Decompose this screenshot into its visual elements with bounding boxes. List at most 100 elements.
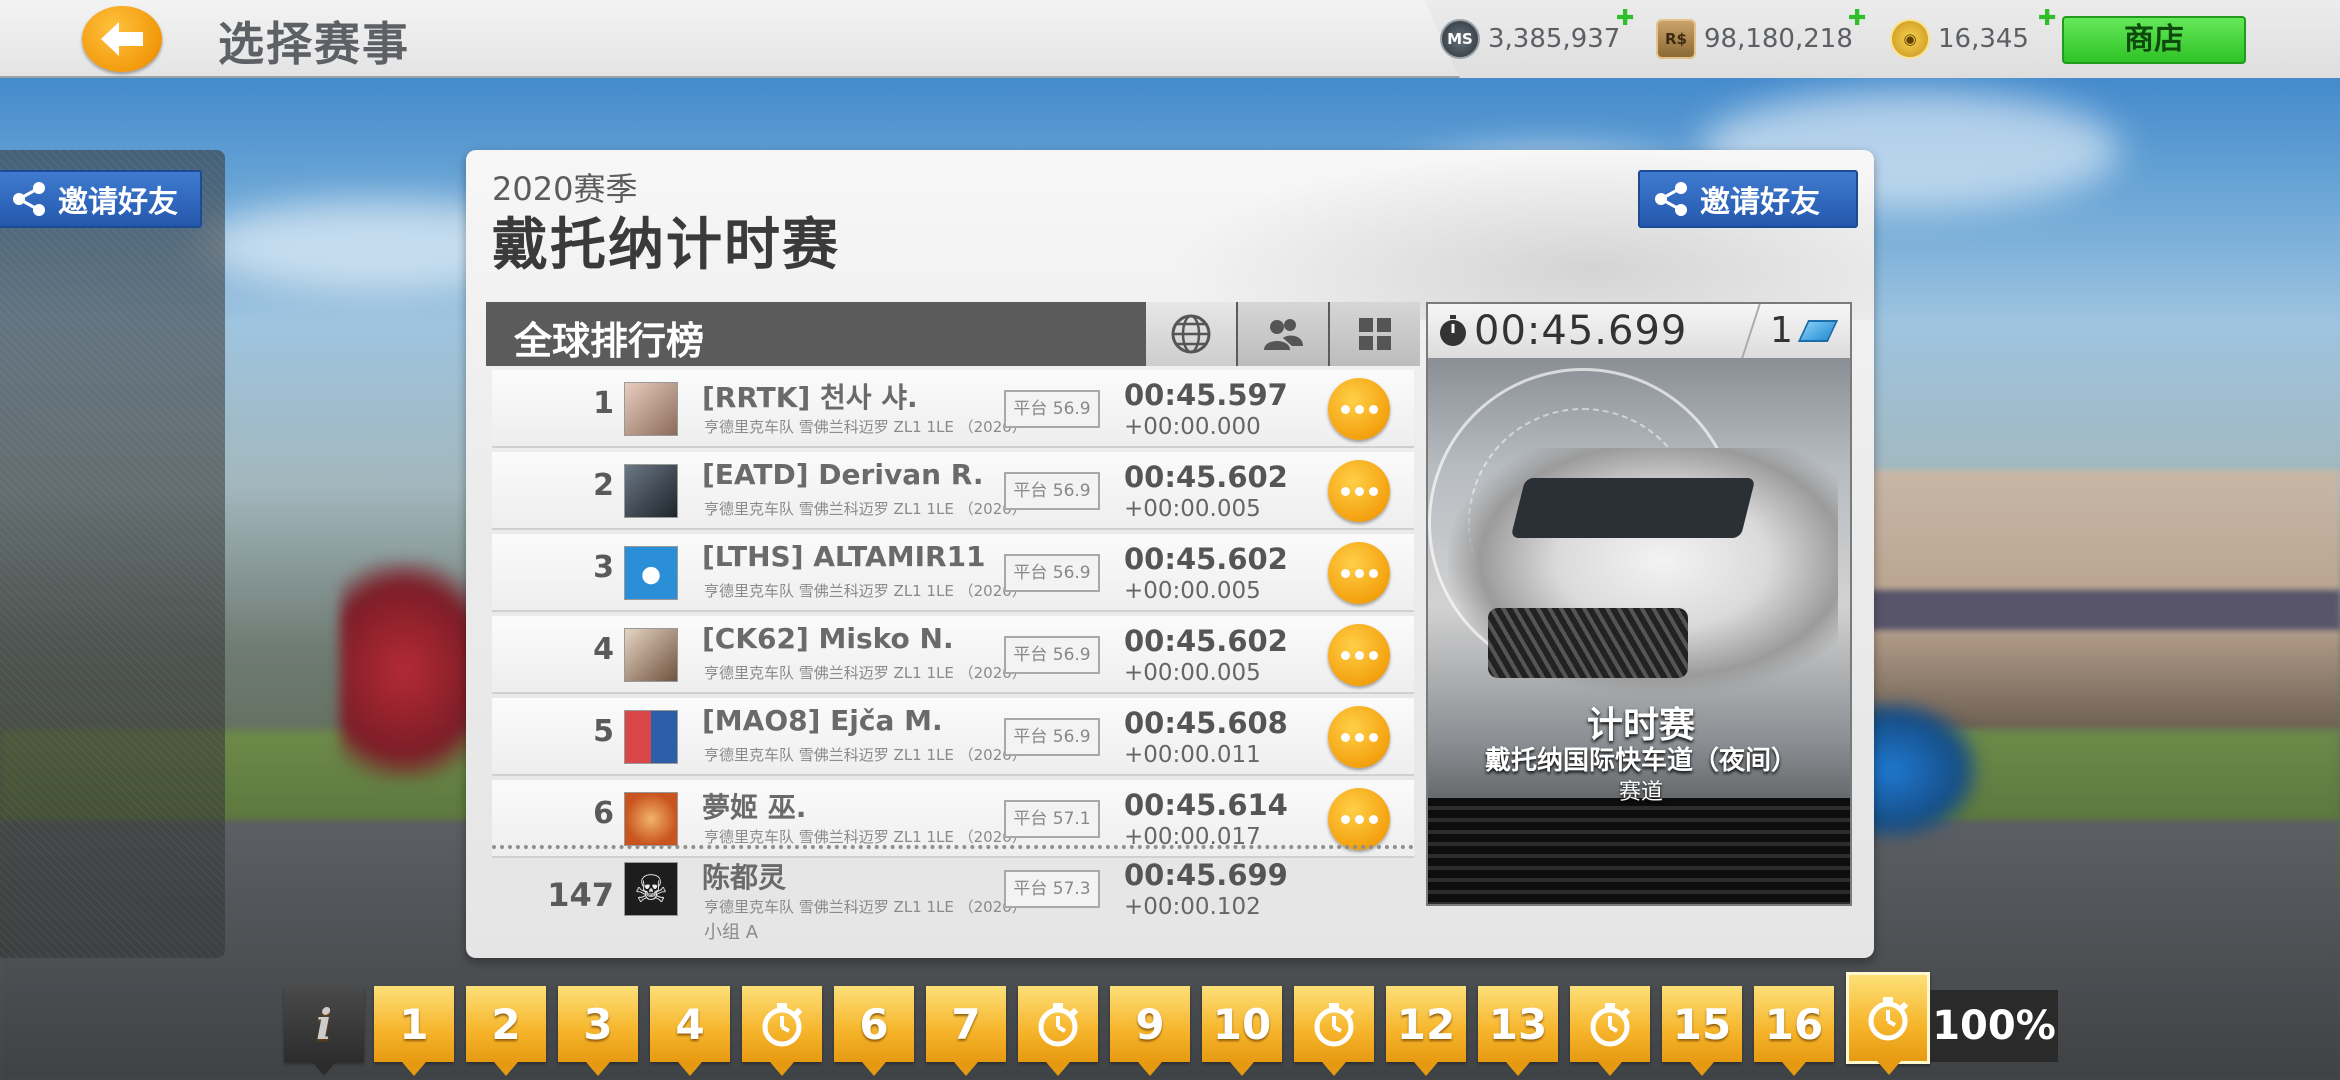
table-row[interactable]: 5 [MAO8] Ejča M. 亨德里克车队 雪佛兰科迈罗 ZL1 1LE （… [492,698,1414,776]
tab-grid[interactable] [1330,302,1420,366]
car-name: 亨德里克车队 雪佛兰科迈罗 ZL1 1LE （2020） [704,664,1027,682]
avatar[interactable] [624,382,678,436]
share-icon [13,182,45,216]
ms-coin-icon: MS [1440,19,1480,59]
stage-15[interactable]: 15 [1662,986,1742,1076]
more-options-button[interactable] [1328,460,1390,522]
divider [492,845,1414,849]
stage-time-trial[interactable] [1018,986,1098,1076]
table-row[interactable]: 3 [LTHS] ALTAMIR11 亨德里克车队 雪佛兰科迈罗 ZL1 1LE… [492,534,1414,612]
stage-6[interactable]: 6 [834,986,914,1076]
avatar[interactable] [624,546,678,600]
stage-time-trial[interactable] [742,986,822,1076]
lap-time: 00:45.597 [1124,378,1288,412]
player-name: 夢姬 巫. [702,791,807,824]
group-label: 小组 A [704,922,759,943]
avatar[interactable] [624,792,678,846]
tab-friends[interactable] [1238,302,1328,366]
stage-4[interactable]: 4 [650,986,730,1076]
invite-label: 邀请好友 [1700,185,1820,220]
leaderboard-title: 全球排行榜 [514,319,705,363]
pr-badge: 平台 56.9 [1004,636,1100,674]
table-row[interactable]: 4 [CK62] Misko N. 亨德里克车队 雪佛兰科迈罗 ZL1 1LE … [492,616,1414,694]
stage-7[interactable]: 7 [926,986,1006,1076]
more-options-button[interactable] [1328,378,1390,440]
add-rs-icon[interactable]: ✚ [1848,6,1866,31]
track-type-label: 赛道 [1618,780,1663,805]
track-name-label: 戴托纳国际快车道（夜间） [1484,746,1797,776]
invite-label: 邀请好友 [58,185,178,220]
event-card-header: 00:45.699 1 [1428,304,1850,358]
best-time: 00:45.699 [1474,308,1688,354]
leaderboard-header: 全球排行榜 [486,302,1420,366]
time-gap: +00:00.011 [1124,742,1261,768]
stage-3[interactable]: 3 [558,986,638,1076]
lap-time: 00:45.602 [1124,460,1288,494]
my-ranking-row[interactable]: 147 ☠ 陈都灵 亨德里克车队 雪佛兰科迈罗 ZL1 1LE （2020） 小… [492,850,1414,950]
stage-12[interactable]: 12 [1386,986,1466,1076]
stage-9[interactable]: 9 [1110,986,1190,1076]
stage-16[interactable]: 16 [1754,986,1834,1076]
top-bar: 选择赛事 MS 3,385,937 ✚ R$ 98,180,218 ✚ ◉ 16… [0,0,2340,78]
avatar[interactable] [624,628,678,682]
rank: 6 [593,796,614,831]
rank: 1 [593,386,614,421]
gold-currency[interactable]: ◉ 16,345 ✚ [1890,6,2056,66]
car-name: 亨德里克车队 雪佛兰科迈罗 ZL1 1LE （2020） [704,500,1027,518]
more-options-button[interactable] [1328,624,1390,686]
event-panel: 2020赛季 戴托纳计时赛 邀请好友 全球排行榜 1 [RRTK] 천사 샤. … [466,150,1874,958]
back-button[interactable] [82,6,162,72]
car-name: 亨德里克车队 雪佛兰科迈罗 ZL1 1LE （2020） [704,828,1027,846]
gold-value: 16,345 [1938,24,2029,54]
ms-currency[interactable]: MS 3,385,937 ✚ [1440,6,1634,66]
more-options-button[interactable] [1328,706,1390,768]
event-title: 戴托纳计时赛 [492,213,840,278]
avatar[interactable] [624,710,678,764]
stage-time-trial-current[interactable] [1846,972,1930,1075]
car-name: 亨德里克车队 雪佛兰科迈罗 ZL1 1LE （2020） [704,898,1027,916]
skull-icon[interactable]: ☠ [624,862,678,916]
add-ms-icon[interactable]: ✚ [1616,6,1634,31]
more-options-button[interactable] [1328,788,1390,850]
attempt-count: 1 [1770,310,1793,351]
rank: 2 [593,468,614,503]
pr-badge: 平台 56.9 [1004,554,1100,592]
stopwatch-icon [1038,1003,1079,1047]
time-gap: +00:00.102 [1124,894,1261,920]
table-row[interactable]: 1 [RRTK] 천사 샤. 亨德里克车队 雪佛兰科迈罗 ZL1 1LE （20… [492,370,1414,448]
back-arrow-icon [101,22,143,56]
avatar[interactable] [624,464,678,518]
more-options-button[interactable] [1328,542,1390,604]
add-gold-icon[interactable]: ✚ [2038,6,2056,31]
lap-time: 00:45.608 [1124,706,1288,740]
stage-time-trial[interactable] [1294,986,1374,1076]
info-button[interactable]: i [284,986,364,1076]
tab-global[interactable] [1146,302,1236,366]
rank: 3 [593,550,614,585]
previous-event-panel[interactable]: 邀请好友 [0,150,225,958]
rank: 4 [593,632,614,667]
grid-icon [1359,318,1391,350]
time-gap: +00:00.005 [1124,660,1261,686]
event-card[interactable]: 00:45.699 1 计时赛 戴托纳国际快车道（夜间） 赛道 [1426,302,1852,906]
lap-time: 00:45.699 [1124,858,1288,892]
stage-time-trial[interactable] [1570,986,1650,1076]
player-name: [RRTK] 천사 샤. [702,381,918,414]
stopwatch-icon [1868,997,1909,1041]
shop-button[interactable]: 商店 [2062,16,2246,64]
stage-1[interactable]: 1 [374,986,454,1076]
completion-percent: 100% [1930,990,2058,1062]
rank: 5 [593,714,614,749]
invite-friends-button-left[interactable]: 邀请好友 [0,170,202,228]
stage-13[interactable]: 13 [1478,986,1558,1076]
rs-cash-icon: R$ [1656,19,1696,59]
rs-value: 98,180,218 [1704,24,1853,54]
pr-badge: 平台 56.9 [1004,472,1100,510]
stage-10[interactable]: 10 [1202,986,1282,1076]
table-row[interactable]: 2 [EATD] Derivan R. 亨德里克车队 雪佛兰科迈罗 ZL1 1L… [492,452,1414,530]
player-name: [CK62] Misko N. [702,622,954,655]
pr-badge: 平台 57.1 [1004,800,1100,838]
invite-friends-button[interactable]: 邀请好友 [1638,170,1858,228]
rs-currency[interactable]: R$ 98,180,218 ✚ [1656,6,1866,66]
stage-2[interactable]: 2 [466,986,546,1076]
